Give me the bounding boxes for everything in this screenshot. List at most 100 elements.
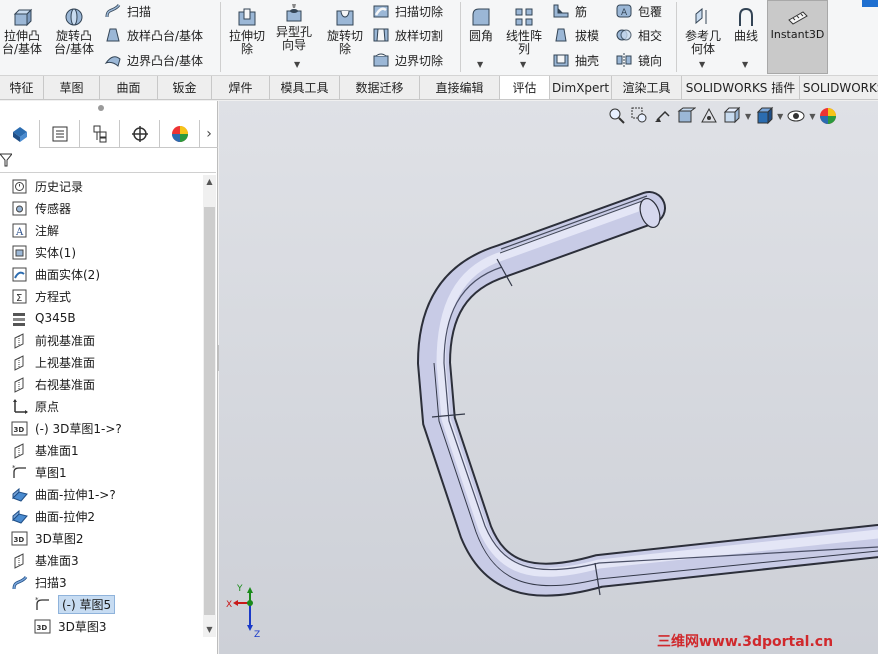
sweep-cut-button[interactable]: 扫描切除 <box>372 0 443 22</box>
tab-0[interactable]: 特征 <box>0 76 44 99</box>
tree-item[interactable]: 曲面-拉伸1->? <box>11 483 116 505</box>
previous-view-icon[interactable] <box>653 106 673 126</box>
linear-pattern-dropdown-icon[interactable]: ▼ <box>520 60 526 69</box>
intersect-label: 相交 <box>638 28 663 43</box>
revolve-boss-label: 旋转凸 台/基体 <box>53 29 95 56</box>
reference-geometry-dropdown-icon[interactable]: ▼ <box>699 60 705 69</box>
tab-9[interactable]: DimXpert <box>550 76 612 99</box>
tab-5[interactable]: 模具工具 <box>270 76 340 99</box>
tree-item[interactable]: 上视基准面 <box>11 351 95 373</box>
tree-item[interactable]: 曲面实体(2) <box>11 263 100 285</box>
tab-property-manager[interactable] <box>40 120 80 148</box>
curves-dropdown-icon[interactable]: ▼ <box>742 60 748 69</box>
extrude-cut-button[interactable]: 拉伸切 除 <box>226 6 268 56</box>
tree-item[interactable]: * (-) 草图5 <box>34 593 116 615</box>
loft-boss-button[interactable]: 放样凸台/基体 <box>104 24 203 46</box>
tab-8[interactable]: 评估 <box>500 76 550 99</box>
history-icon <box>12 179 27 193</box>
tab-11[interactable]: SOLIDWORKS 插件 <box>682 76 800 99</box>
tree-item[interactable]: 前视基准面 <box>11 329 95 351</box>
window-control-button[interactable] <box>862 0 878 7</box>
linear-pattern-button[interactable]: 线性阵 列 <box>502 6 546 56</box>
tree-item[interactable]: 实体(1) <box>11 241 76 263</box>
tree-item[interactable]: A 注解 <box>11 219 59 241</box>
tab-6[interactable]: 数据迁移 <box>340 76 420 99</box>
intersect-button[interactable]: 相交 <box>615 24 662 46</box>
tree-item-label: 右视基准面 <box>35 377 96 392</box>
boundary-boss-button[interactable]: 边界凸台/基体 <box>104 49 203 71</box>
revolve-cut-button[interactable]: 旋转切 除 <box>322 6 368 56</box>
reference-geometry-button[interactable]: 参考几 何体 <box>680 6 726 56</box>
tree-item[interactable]: 基准面3 <box>11 549 79 571</box>
hide-show-dropdown-icon[interactable]: ▼ <box>809 112 815 121</box>
tab-1[interactable]: 草图 <box>44 76 100 99</box>
shell-button[interactable]: 抽壳 <box>552 49 599 71</box>
section-view-icon[interactable] <box>676 106 696 126</box>
tab-7[interactable]: 直接编辑 <box>420 76 500 99</box>
extrude-boss-button[interactable]: 拉伸凸 台/基体 <box>0 6 46 56</box>
graphics-area[interactable]: ▼ ▼ ▼ X Y Z 三维网www.3dportal.cn <box>219 101 878 654</box>
instant3d-label: Instant3D <box>770 28 825 41</box>
tree-item[interactable]: 3D 3D草图3 <box>34 615 107 637</box>
swept-tube-model[interactable] <box>219 101 878 654</box>
zoom-to-fit-icon[interactable] <box>607 106 627 126</box>
wrap-button[interactable]: A 包覆 <box>615 0 662 22</box>
tree-item[interactable]: 原点 <box>11 395 59 417</box>
extrude-cut-label: 拉伸切 除 <box>228 29 265 56</box>
hole-wizard-dropdown-icon[interactable]: ▼ <box>294 60 300 69</box>
display-style-dropdown-icon[interactable]: ▼ <box>777 112 783 121</box>
tab-4[interactable]: 焊件 <box>212 76 270 99</box>
tab-10[interactable]: 渲染工具 <box>612 76 682 99</box>
instant3d-button[interactable]: Instant3D <box>767 0 828 74</box>
tree-item[interactable]: 右视基准面 <box>11 373 95 395</box>
tab-2[interactable]: 曲面 <box>100 76 158 99</box>
tab-feature-manager[interactable] <box>0 120 40 148</box>
tree-item[interactable]: Q345B <box>11 307 76 329</box>
tab-12[interactable]: SOLIDWORKS MBD <box>800 76 878 99</box>
panel-tabs-more-icon[interactable]: › <box>200 120 218 148</box>
tree-item[interactable]: 基准面1 <box>11 439 79 461</box>
appearance-icon[interactable] <box>818 106 838 126</box>
scroll-up-icon[interactable]: ▲ <box>203 175 216 189</box>
instant3d-icon <box>787 11 808 25</box>
curves-button[interactable]: 曲线 <box>728 6 764 43</box>
feature-tree-scrollbar[interactable]: ▲ ▼ <box>203 175 216 637</box>
hole-wizard-button[interactable]: 异型孔 向导 <box>272 2 316 52</box>
fillet-dropdown-icon[interactable]: ▼ <box>477 60 483 69</box>
tab-display-manager[interactable] <box>160 120 200 148</box>
scroll-down-icon[interactable]: ▼ <box>203 623 216 637</box>
revolve-boss-button[interactable]: 旋转凸 台/基体 <box>50 6 98 56</box>
tree-item[interactable]: Σ 方程式 <box>11 285 71 307</box>
fillet-label: 圆角 <box>468 29 493 43</box>
tree-item[interactable]: 历史记录 <box>11 175 83 197</box>
draft-button[interactable]: 拔模 <box>552 24 599 46</box>
tree-item[interactable]: 曲面-拉伸2 <box>11 505 95 527</box>
loft-cut-button[interactable]: 放样切割 <box>372 24 443 46</box>
tree-item-label: 曲面-拉伸1->? <box>35 487 116 502</box>
sweep-cut-icon <box>373 5 389 18</box>
tree-item[interactable]: 扫描3 <box>11 571 67 593</box>
tab-configuration-manager[interactable] <box>80 120 120 148</box>
tab-dimxpert-manager[interactable] <box>120 120 160 148</box>
zoom-to-area-icon[interactable] <box>630 106 650 126</box>
hide-show-items-icon[interactable] <box>786 106 806 126</box>
panel-grip-handle[interactable] <box>98 105 104 111</box>
mirror-button[interactable]: 镜向 <box>615 49 662 71</box>
tab-3[interactable]: 钣金 <box>158 76 212 99</box>
rib-button[interactable]: 筋 <box>552 0 587 22</box>
dynamic-annotation-icon[interactable] <box>699 106 719 126</box>
display-style-icon[interactable] <box>754 106 774 126</box>
tree-item[interactable]: 3D 3D草图2 <box>11 527 84 549</box>
surface-bodies-icon <box>12 267 27 281</box>
fillet-button[interactable]: 圆角 <box>464 6 498 43</box>
tree-filter-bar[interactable] <box>0 149 216 173</box>
sweep-button[interactable]: 扫描 <box>104 0 151 22</box>
tree-item[interactable]: * 草图1 <box>11 461 67 483</box>
tree-item[interactable]: 3D (-) 3D草图1->? <box>11 417 122 439</box>
boundary-cut-button[interactable]: 边界切除 <box>372 49 443 71</box>
tree-item[interactable]: 传感器 <box>11 197 71 219</box>
tree-item-label: 原点 <box>35 399 60 414</box>
view-orientation-icon[interactable] <box>722 106 742 126</box>
view-orientation-dropdown-icon[interactable]: ▼ <box>745 112 751 121</box>
scrollbar-thumb[interactable] <box>204 207 215 615</box>
